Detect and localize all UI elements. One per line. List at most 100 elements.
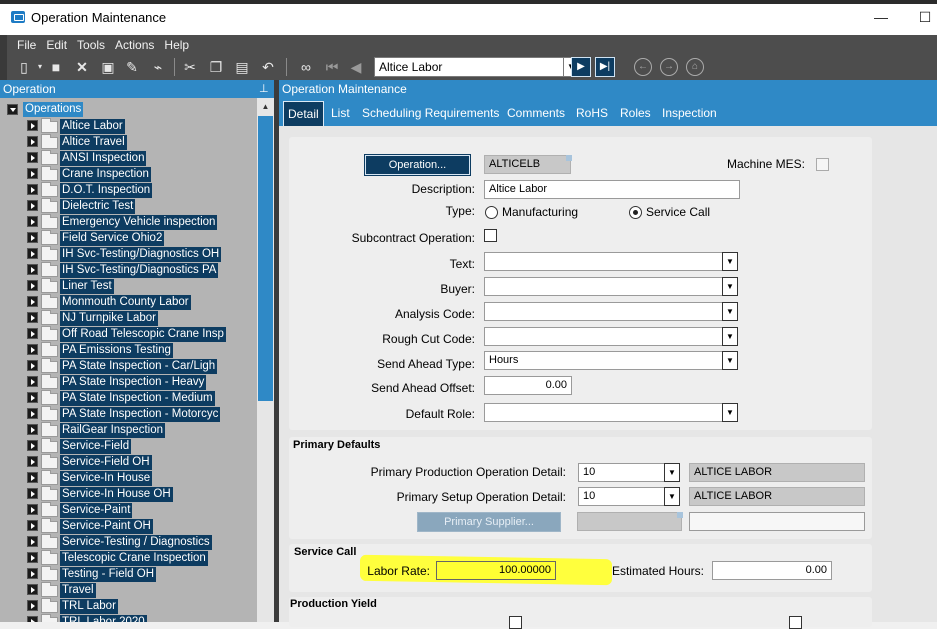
scroll-thumb[interactable] [258, 116, 273, 401]
tree-item-expander-icon[interactable] [27, 600, 38, 611]
tree-item[interactable]: PA Emissions Testing [60, 343, 173, 358]
tree-item[interactable]: Service-Field [60, 439, 132, 454]
paste-icon[interactable]: ▤ [232, 57, 252, 77]
copy-icon[interactable]: ❐ [206, 57, 226, 77]
tree-item-expander-icon[interactable] [27, 296, 38, 307]
menu-help[interactable]: Help [159, 37, 194, 53]
tree-item-expander-icon[interactable] [27, 552, 38, 563]
analysis-code-dropdown-icon[interactable]: ▼ [722, 302, 738, 321]
tree-item-expander-icon[interactable] [27, 424, 38, 435]
tree-item-expander-icon[interactable] [27, 616, 38, 622]
subcontract-checkbox[interactable] [484, 229, 497, 242]
tab-detail[interactable]: Detail [283, 101, 324, 126]
labor-rate-input[interactable]: 100.00000 [436, 561, 556, 580]
back-icon[interactable]: ← [634, 58, 652, 76]
tree-item-expander-icon[interactable] [27, 440, 38, 451]
tree-item-expander-icon[interactable] [27, 408, 38, 419]
primary-supplier-button[interactable]: Primary Supplier... [417, 512, 561, 532]
maximize-button[interactable]: ☐ [910, 7, 937, 27]
last-record-icon[interactable]: ▶| [595, 57, 615, 77]
tree-item[interactable]: Field Service Ohio2 [60, 231, 165, 246]
text-dropdown-icon[interactable]: ▼ [722, 252, 738, 271]
tree-item[interactable]: Emergency Vehicle inspection [60, 215, 218, 230]
tree-item-expander-icon[interactable] [27, 168, 38, 179]
buyer-dropdown-icon[interactable]: ▼ [722, 277, 738, 296]
menu-actions[interactable]: Actions [110, 37, 159, 53]
tree-item[interactable]: PA State Inspection - Car/Ligh [60, 359, 218, 374]
tree-item[interactable]: NJ Turnpike Labor [60, 311, 158, 326]
tree-item-expander-icon[interactable] [27, 472, 38, 483]
menu-edit[interactable]: Edit [41, 37, 72, 53]
tab-roles[interactable]: Roles [620, 101, 651, 126]
tree-item-expander-icon[interactable] [27, 136, 38, 147]
tree-item-expander-icon[interactable] [27, 120, 38, 131]
tree-item-expander-icon[interactable] [27, 584, 38, 595]
save-icon[interactable]: ■ [46, 57, 66, 77]
primary-production-combo[interactable]: 10 [578, 463, 666, 482]
tree-item-expander-icon[interactable] [27, 184, 38, 195]
delete-icon[interactable]: ✕ [72, 57, 92, 77]
tree-item-expander-icon[interactable] [27, 376, 38, 387]
tree-item[interactable]: Travel [60, 583, 96, 598]
tree-item-expander-icon[interactable] [27, 392, 38, 403]
tree-item-expander-icon[interactable] [27, 456, 38, 467]
undo-icon[interactable]: ↶ [258, 57, 278, 77]
production-yield-checkbox-1[interactable] [509, 616, 522, 629]
scroll-up-icon[interactable]: ▲ [257, 98, 274, 115]
tree-item-expander-icon[interactable] [27, 216, 38, 227]
tree-item[interactable]: Service-Paint OH [60, 519, 153, 534]
tree-item-expander-icon[interactable] [27, 504, 38, 515]
record-selector[interactable]: Altice Labor [374, 57, 564, 77]
previous-record-icon[interactable]: ◀ [346, 57, 366, 77]
tab-inspection[interactable]: Inspection [662, 101, 717, 126]
primary-setup-combo[interactable]: 10 [578, 487, 666, 506]
tree-item[interactable]: Off Road Telescopic Crane Insp [60, 327, 226, 342]
buyer-combo[interactable] [484, 277, 724, 296]
tree-item[interactable]: IH Svc-Testing/Diagnostics OH [60, 247, 222, 262]
default-role-combo[interactable] [484, 403, 724, 422]
rough-cut-code-dropdown-icon[interactable]: ▼ [722, 327, 738, 346]
menu-file[interactable]: File [12, 37, 41, 53]
tree-item[interactable]: Service-In House [60, 471, 153, 486]
tree-item[interactable]: Liner Test [60, 279, 114, 294]
tree-item-expander-icon[interactable] [27, 344, 38, 355]
tree-item[interactable]: PA State Inspection - Motorcyc [60, 407, 221, 422]
tree-item-expander-icon[interactable] [27, 536, 38, 547]
tree-item-expander-icon[interactable] [27, 280, 38, 291]
operation-button[interactable]: Operation... [364, 154, 471, 176]
tree-root-expander-icon[interactable] [7, 104, 18, 115]
tree-item[interactable]: Altice Labor [60, 119, 125, 134]
home-icon[interactable]: ⌂ [686, 58, 704, 76]
tree-item[interactable]: Service-Paint [60, 503, 133, 518]
tree-item-expander-icon[interactable] [27, 232, 38, 243]
first-record-icon[interactable]: ⏮ [322, 57, 342, 77]
rough-cut-code-combo[interactable] [484, 327, 724, 346]
tree-item[interactable]: Dielectric Test [60, 199, 136, 214]
tree-item-expander-icon[interactable] [27, 152, 38, 163]
tree-item-expander-icon[interactable] [27, 520, 38, 531]
primary-production-dropdown-icon[interactable]: ▼ [664, 463, 680, 482]
forward-icon[interactable]: → [660, 58, 678, 76]
tab-scheduling-requirements[interactable]: Scheduling Requirements [362, 101, 499, 126]
tree-item[interactable]: TRL Labor [60, 599, 118, 614]
production-yield-checkbox-2[interactable] [789, 616, 802, 629]
tree-item[interactable]: Telescopic Crane Inspection [60, 551, 208, 566]
tree-item[interactable]: Crane Inspection [60, 167, 151, 182]
tree-item-expander-icon[interactable] [27, 328, 38, 339]
clear-icon[interactable]: ✎ [122, 57, 142, 77]
type-service-call-radio[interactable] [629, 206, 642, 219]
tree-item[interactable]: Service-Testing / Diagnostics [60, 535, 212, 550]
tree-item-expander-icon[interactable] [27, 248, 38, 259]
analysis-code-combo[interactable] [484, 302, 724, 321]
tree-item[interactable]: D.O.T. Inspection [60, 183, 153, 198]
tree-item[interactable]: IH Svc-Testing/Diagnostics PA [60, 263, 219, 278]
tree-item[interactable]: RailGear Inspection [60, 423, 165, 438]
tree-item[interactable]: ANSI Inspection [60, 151, 147, 166]
machine-mes-checkbox[interactable] [816, 158, 829, 171]
send-ahead-offset-input[interactable]: 0.00 [484, 376, 572, 395]
tree-item-expander-icon[interactable] [27, 568, 38, 579]
description-input[interactable]: Altice Labor [484, 180, 740, 199]
send-ahead-type-combo[interactable]: Hours [484, 351, 724, 370]
tree-item[interactable]: Service-In House OH [60, 487, 173, 502]
default-role-dropdown-icon[interactable]: ▼ [722, 403, 738, 422]
